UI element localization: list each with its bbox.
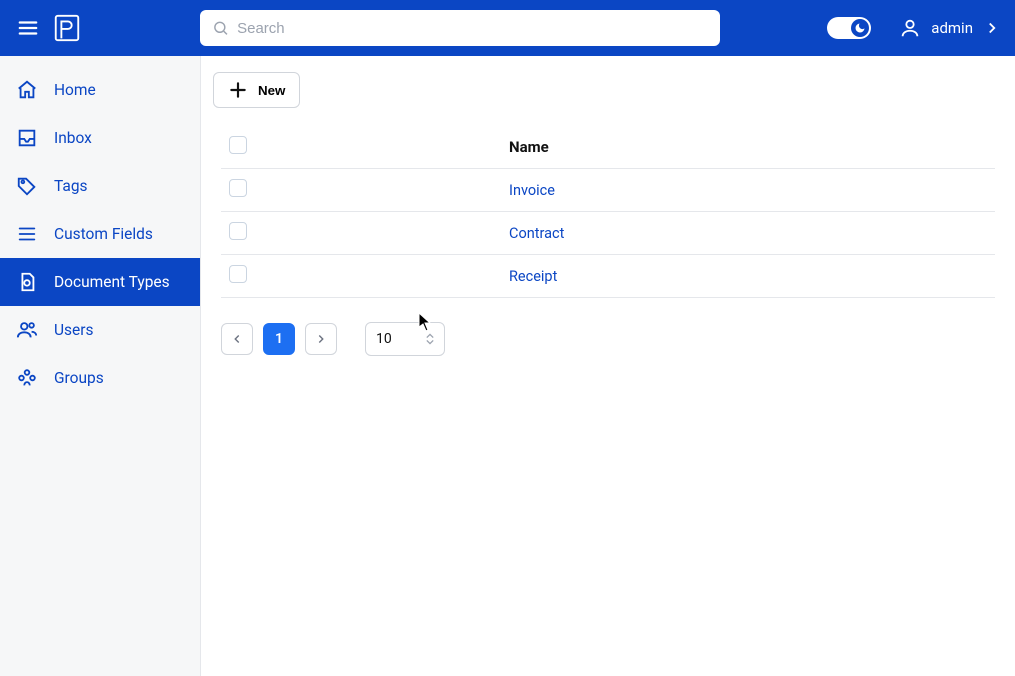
sidebar-item-tags[interactable]: Tags [0, 162, 200, 210]
hamburger-icon [17, 17, 39, 39]
row-name-link[interactable]: Receipt [509, 268, 557, 285]
app-header: admin [0, 0, 1015, 56]
user-menu[interactable]: admin [899, 17, 1001, 39]
inbox-icon [16, 127, 38, 149]
chevron-right-icon [314, 332, 328, 346]
row-name-link[interactable]: Contract [509, 225, 564, 242]
moon-icon [854, 22, 866, 34]
sidebar: Home Inbox Tags Custom Fields Document T… [0, 56, 201, 676]
row-name-link[interactable]: Invoice [509, 182, 555, 199]
page-prev-button[interactable] [221, 323, 253, 355]
sidebar-item-groups[interactable]: Groups [0, 354, 200, 402]
sidebar-item-label: Document Types [54, 273, 170, 291]
page-next-button[interactable] [305, 323, 337, 355]
table-row: Invoice [221, 169, 995, 212]
table-row: Receipt [221, 255, 995, 298]
home-icon [16, 79, 38, 101]
user-name: admin [931, 19, 973, 37]
group-icon [16, 367, 38, 389]
theme-toggle-knob [851, 19, 869, 37]
row-checkbox[interactable] [229, 265, 247, 283]
table-row: Contract [221, 212, 995, 255]
search-container [200, 10, 720, 46]
stepper-arrows-icon [426, 333, 434, 345]
sidebar-item-home[interactable]: Home [0, 66, 200, 114]
sidebar-item-document-types[interactable]: Document Types [0, 258, 200, 306]
sidebar-item-label: Inbox [54, 129, 92, 147]
theme-toggle[interactable] [827, 17, 871, 39]
column-header-name[interactable]: Name [501, 126, 995, 169]
sidebar-item-inbox[interactable]: Inbox [0, 114, 200, 162]
search-icon [212, 19, 229, 37]
pagination: 1 10 [221, 322, 995, 356]
sidebar-item-custom-fields[interactable]: Custom Fields [0, 210, 200, 258]
page-size-value: 10 [376, 331, 392, 347]
select-all-checkbox[interactable] [229, 136, 247, 154]
chevron-left-icon [230, 332, 244, 346]
page-number-button[interactable]: 1 [263, 323, 295, 355]
document-icon [16, 271, 38, 293]
sidebar-item-label: Tags [54, 177, 88, 195]
sidebar-item-label: Home [54, 81, 96, 99]
page-size-select[interactable]: 10 [365, 322, 445, 356]
new-button-label: New [258, 83, 285, 98]
page-number-label: 1 [275, 331, 283, 347]
plus-icon [228, 80, 248, 100]
header-select-cell [221, 126, 501, 169]
users-icon [16, 319, 38, 341]
sidebar-item-label: Users [54, 321, 94, 339]
chevron-right-icon [983, 19, 1001, 37]
new-button[interactable]: New [213, 72, 300, 108]
content-area: New Name Invoice Contract [201, 56, 1015, 676]
menu-button[interactable] [14, 14, 42, 42]
sidebar-item-label: Groups [54, 369, 104, 387]
logo-icon [52, 13, 82, 43]
search-input[interactable] [237, 20, 708, 37]
row-checkbox[interactable] [229, 222, 247, 240]
app-logo[interactable] [52, 13, 82, 43]
user-icon [899, 17, 921, 39]
sidebar-item-users[interactable]: Users [0, 306, 200, 354]
document-types-table: Name Invoice Contract Receipt [221, 126, 995, 298]
row-checkbox[interactable] [229, 179, 247, 197]
tag-icon [16, 175, 38, 197]
list-icon [16, 223, 38, 245]
sidebar-item-label: Custom Fields [54, 225, 153, 243]
search-box[interactable] [200, 10, 720, 46]
